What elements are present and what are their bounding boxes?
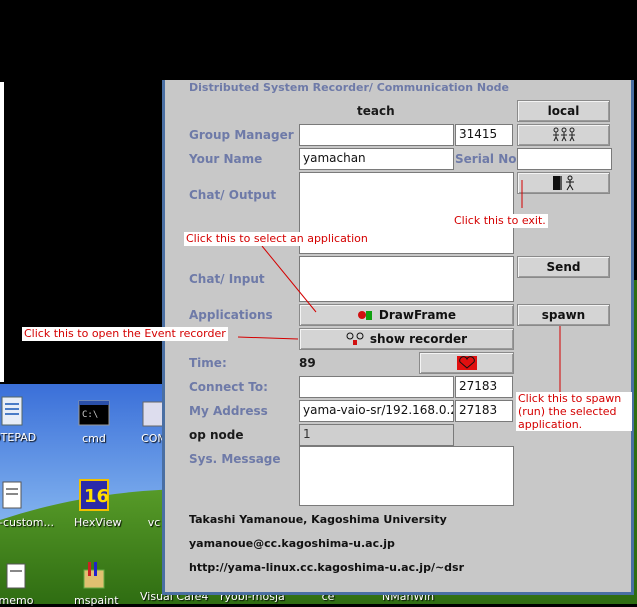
event-recorder-callout-line [237,336,299,340]
event-recorder-annotation: Click this to open the Event recorder [22,327,228,341]
annotation-lines [237,180,561,392]
exit-annotation: Click this to exit. [452,214,548,228]
select-app-annotation: Click this to select an application [184,232,370,246]
select-app-callout-line [261,245,317,313]
spawn-annotation: Click this to spawn (run) the selected a… [516,392,632,431]
